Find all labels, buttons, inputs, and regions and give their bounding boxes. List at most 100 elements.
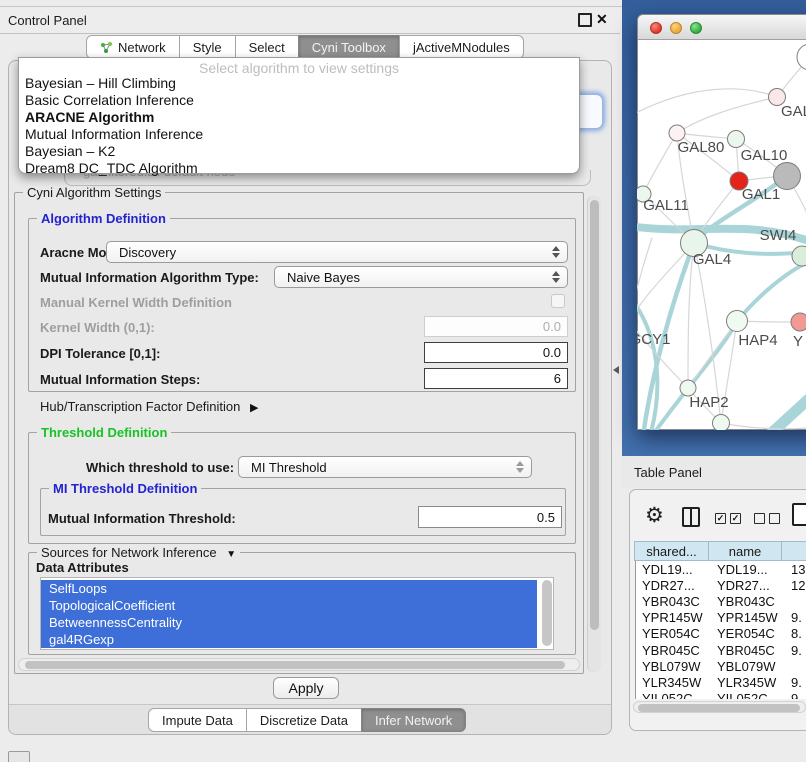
network-canvas[interactable]: GALGAL80GAL10GAL1GAL11GAL4SWI4GCY1HAP4YH… xyxy=(637,38,806,430)
manual-kernel-checkbox[interactable] xyxy=(551,294,565,308)
apply-label: Apply xyxy=(288,680,323,696)
algorithm-option[interactable]: ARACNE Algorithm xyxy=(19,109,579,126)
network-edge[interactable] xyxy=(721,423,806,429)
table-panel-titlebar: Table Panel xyxy=(622,456,806,488)
document-icon[interactable] xyxy=(792,503,806,526)
tab-cyni-toolbox[interactable]: Cyni Toolbox xyxy=(298,35,400,59)
float-panel-icon[interactable] xyxy=(578,13,592,27)
checked-box-icon: ✓ xyxy=(715,513,726,524)
panel-resize-arrow-icon[interactable] xyxy=(613,366,619,374)
algorithm-option[interactable]: Dream8 DC_TDC Algorithm xyxy=(19,160,579,177)
network-edge[interactable] xyxy=(652,260,806,430)
table-cell: YDL19... xyxy=(636,562,711,577)
dpi-tolerance-label: DPI Tolerance [0,1]: xyxy=(40,346,160,361)
tab-label: jActiveMNodules xyxy=(413,40,510,55)
which-threshold-combo[interactable]: MI Threshold xyxy=(238,456,532,478)
algorithm-option[interactable]: Bayesian – Hill Climbing xyxy=(19,75,579,92)
tab-jactivemnodules[interactable]: jActiveMNodules xyxy=(399,35,524,59)
table-panel-title: Table Panel xyxy=(622,465,702,480)
window-zoom-button[interactable] xyxy=(690,22,702,34)
split-columns-icon[interactable] xyxy=(682,507,700,527)
data-attribute-item[interactable]: TopologicalCoefficient xyxy=(41,597,537,614)
table-row[interactable]: YDR27...YDR27...12 xyxy=(636,577,806,593)
network-window-titlebar[interactable] xyxy=(638,15,806,40)
combo-arrows-icon xyxy=(552,271,560,283)
table-cell: 9. xyxy=(785,675,806,690)
window-minimize-button[interactable] xyxy=(670,22,682,34)
kernel-width-input[interactable] xyxy=(424,316,568,337)
mi-threshold-input[interactable] xyxy=(418,506,562,528)
column-header-name[interactable]: name xyxy=(708,541,782,561)
close-panel-icon[interactable]: ✕ xyxy=(596,11,608,27)
attributes-vscroll-thumb[interactable] xyxy=(542,580,552,646)
network-edge[interactable] xyxy=(766,396,806,430)
column-header-extra[interactable] xyxy=(781,541,806,561)
data-attribute-item[interactable]: gal4RGexp xyxy=(41,631,537,648)
algorithm-placeholder: Select algorithm to view settings xyxy=(19,60,579,75)
algorithm-dropdown-popup: Select algorithm to view settings Bayesi… xyxy=(18,57,580,174)
algorithm-option[interactable]: Mutual Information Inference xyxy=(19,126,579,143)
table-row[interactable]: YIL052CYIL052C9. xyxy=(636,691,806,700)
network-edge[interactable] xyxy=(677,97,777,133)
table-row[interactable]: YBL079WYBL079W xyxy=(636,658,806,674)
network-edge[interactable] xyxy=(688,321,737,388)
data-attribute-item[interactable]: SelfLoops xyxy=(41,580,537,597)
mi-steps-label: Mutual Information Steps: xyxy=(40,372,200,387)
algorithm-option[interactable]: Bayesian – K2 xyxy=(19,143,579,160)
network-node[interactable] xyxy=(797,44,806,70)
table-row[interactable]: YBR045CYBR045C9. xyxy=(636,642,806,658)
tab-label: Discretize Data xyxy=(260,713,348,728)
network-node-gal10[interactable] xyxy=(728,131,745,148)
unchecked-box-icon xyxy=(769,513,780,524)
tab-infer-network[interactable]: Infer Network xyxy=(361,708,466,732)
data-attribute-item[interactable]: BetweennessCentrality xyxy=(41,614,537,631)
table-row[interactable]: YBR043CYBR043C xyxy=(636,593,806,609)
sources-title[interactable]: Sources for Network Inference ▼ xyxy=(37,545,240,560)
table-cell: 12 xyxy=(785,578,806,593)
network-edge[interactable] xyxy=(637,243,694,322)
window-close-button[interactable] xyxy=(650,22,662,34)
data-attributes-list[interactable]: SelfLoopsTopologicalCoefficientBetweenne… xyxy=(40,577,554,650)
table-hscroll-thumb[interactable] xyxy=(638,704,800,712)
group-title: Algorithm Definition xyxy=(37,211,170,226)
tab-select[interactable]: Select xyxy=(235,35,299,59)
column-header-shared[interactable]: shared... xyxy=(634,541,709,561)
table-row[interactable]: YDL19...YDL19...13 xyxy=(636,561,806,577)
mi-steps-input[interactable] xyxy=(424,368,568,389)
deselect-all-icon[interactable] xyxy=(754,513,780,524)
tab-style[interactable]: Style xyxy=(179,35,236,59)
network-node-gcy1[interactable] xyxy=(637,314,638,331)
aracne-mode-combo[interactable]: Discovery xyxy=(106,241,568,263)
tab-network[interactable]: Network xyxy=(86,35,180,59)
network-node-y[interactable] xyxy=(791,313,806,331)
table-row[interactable]: YPR145WYPR145W9. xyxy=(636,610,806,626)
network-node-hap4[interactable] xyxy=(727,311,748,332)
table-row[interactable]: YER054CYER054C8. xyxy=(636,626,806,642)
network-node[interactable] xyxy=(713,415,730,431)
table-horizontal-scrollbar xyxy=(633,701,806,713)
apply-button[interactable]: Apply xyxy=(273,677,339,699)
table-cell: YLR345W xyxy=(711,675,785,690)
kernel-width-label: Kernel Width (0,1): xyxy=(40,320,155,335)
tab-impute-data[interactable]: Impute Data xyxy=(148,708,247,732)
network-node-swi4[interactable] xyxy=(792,246,806,266)
group-title: MI Threshold Definition xyxy=(49,481,201,496)
algorithm-option[interactable]: Basic Correlation Inference xyxy=(19,92,579,109)
which-threshold-value: MI Threshold xyxy=(251,460,327,475)
table-cell: YBR045C xyxy=(636,643,711,658)
collapse-arrow-icon: ▼ xyxy=(226,549,236,560)
settings-vscroll-thumb[interactable] xyxy=(590,200,599,630)
hub-definition-expander[interactable]: Hub/Transcription Factor Definition ▶ xyxy=(40,399,258,414)
table-row[interactable]: YLR345WYLR345W9. xyxy=(636,674,806,690)
select-all-icon[interactable]: ✓ ✓ xyxy=(715,513,741,524)
network-edge[interactable] xyxy=(643,133,677,194)
tab-discretize-data[interactable]: Discretize Data xyxy=(246,708,362,732)
mi-type-combo[interactable]: Naive Bayes xyxy=(274,266,568,288)
collapsed-panel-button[interactable] xyxy=(8,751,30,762)
bottom-tabs: Impute Data Discretize Data Infer Networ… xyxy=(148,708,466,732)
network-node-label: GCY1 xyxy=(637,331,670,348)
settings-hscroll-thumb[interactable] xyxy=(25,661,565,669)
gear-icon[interactable]: ⚙ xyxy=(645,504,664,528)
dpi-tolerance-input[interactable] xyxy=(424,342,568,363)
table-body: YDL19...YDL19...13YDR27...YDR27...12YBR0… xyxy=(635,561,806,699)
